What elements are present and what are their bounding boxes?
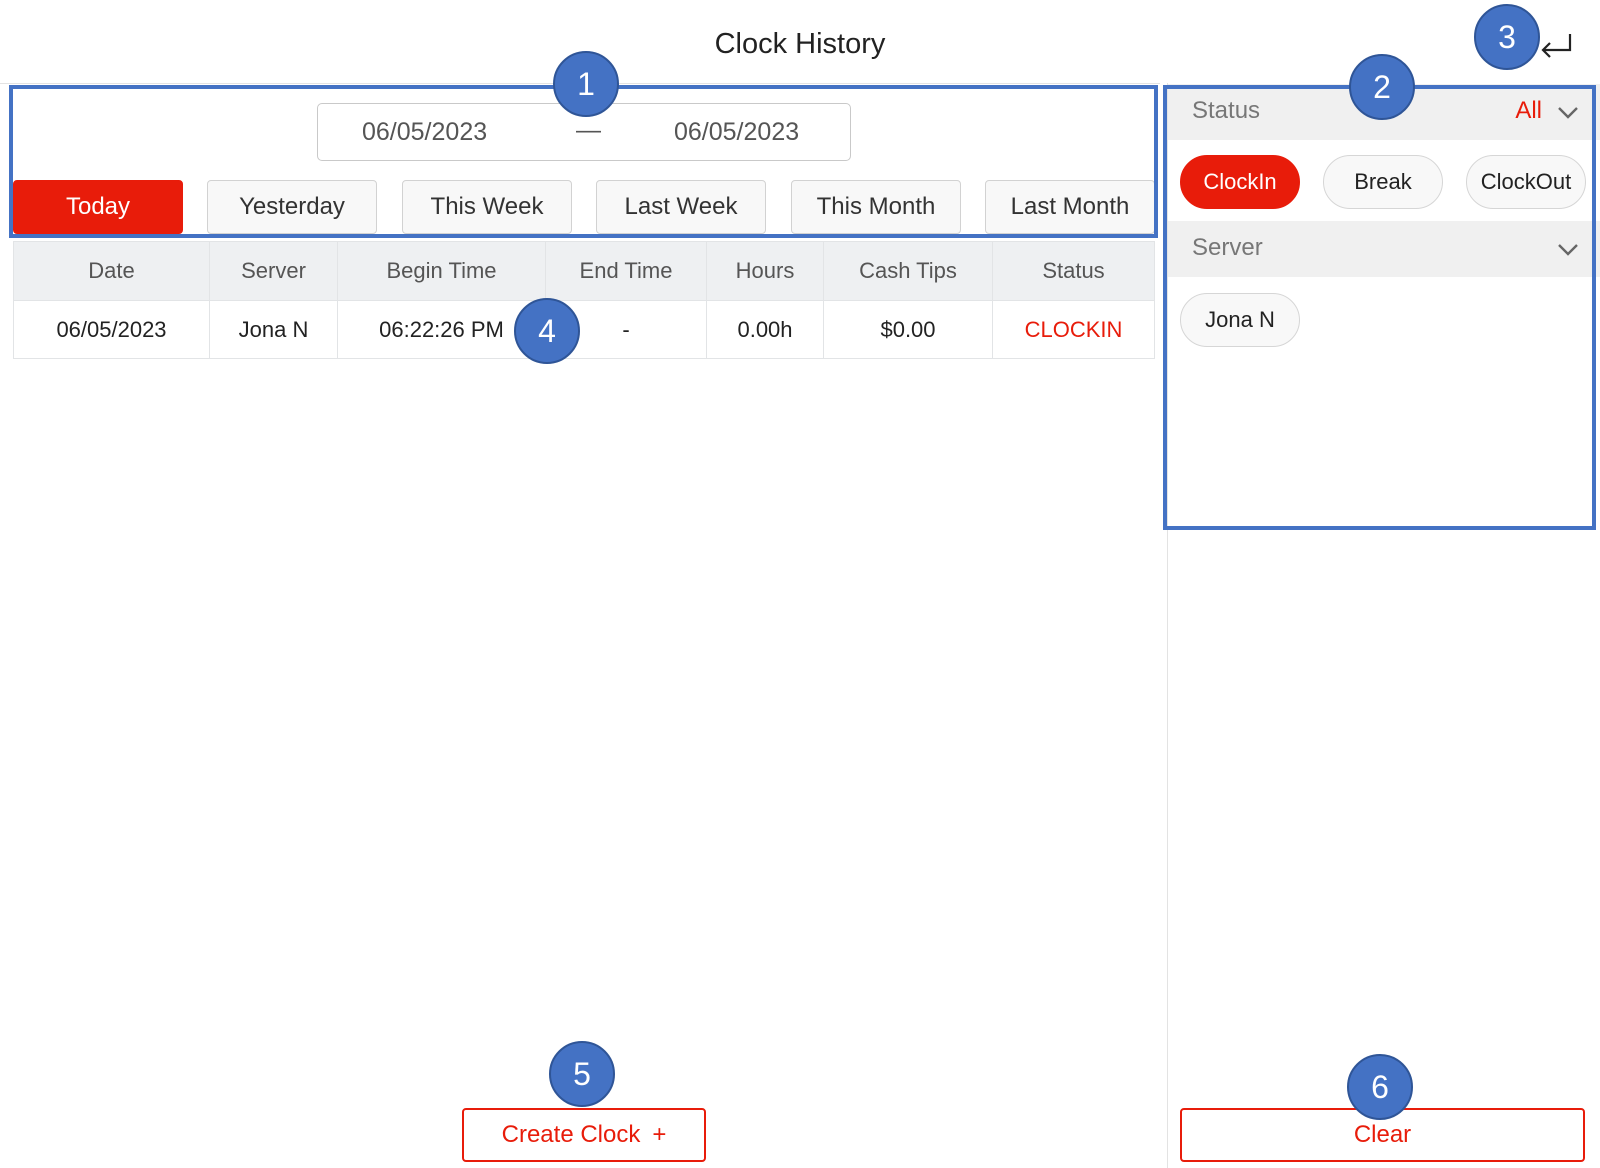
column-header-cash-tips[interactable]: Cash Tips: [824, 242, 993, 300]
annotation-marker-3: 3: [1474, 4, 1540, 70]
filter-last-week-button[interactable]: Last Week: [596, 180, 766, 234]
cell-date: 06/05/2023: [14, 301, 210, 358]
column-header-date[interactable]: Date: [14, 242, 210, 300]
column-header-end-time[interactable]: End Time: [546, 242, 707, 300]
cell-server: Jona N: [210, 301, 338, 358]
status-option-clockout[interactable]: ClockOut: [1466, 155, 1586, 209]
table-row[interactable]: 06/05/2023 Jona N 06:22:26 PM - 0.00h $0…: [13, 301, 1155, 359]
cell-cash-tips: $0.00: [824, 301, 993, 358]
filter-this-week-button[interactable]: This Week: [402, 180, 572, 234]
annotation-marker-4: 4: [514, 298, 580, 364]
start-date[interactable]: 06/05/2023: [362, 118, 487, 147]
chevron-down-icon[interactable]: [1556, 237, 1580, 261]
column-header-server[interactable]: Server: [210, 242, 338, 300]
create-clock-button[interactable]: Create Clock +: [462, 1108, 706, 1162]
date-separator: —: [576, 116, 601, 144]
cell-status: CLOCKIN: [1024, 316, 1123, 342]
create-clock-label: Create Clock: [501, 1121, 641, 1148]
filter-last-month-button[interactable]: Last Month: [985, 180, 1155, 234]
annotation-marker-1: 1: [553, 51, 619, 117]
return-arrow-icon[interactable]: [1536, 30, 1576, 64]
annotation-marker-5: 5: [549, 1041, 615, 1107]
plus-icon: +: [652, 1121, 667, 1148]
cell-hours: 0.00h: [707, 301, 824, 358]
column-header-status[interactable]: Status: [993, 242, 1154, 300]
column-header-begin-time[interactable]: Begin Time: [338, 242, 546, 300]
clock-history-table: Date Server Begin Time End Time Hours Ca…: [13, 241, 1155, 359]
annotation-marker-2: 2: [1349, 54, 1415, 120]
server-filter-header[interactable]: Server: [1168, 221, 1600, 277]
column-header-hours[interactable]: Hours: [707, 242, 824, 300]
chevron-down-icon[interactable]: [1556, 100, 1580, 124]
server-filter-label: Server: [1192, 234, 1263, 261]
filter-yesterday-button[interactable]: Yesterday: [207, 180, 377, 234]
page-title: Clock History: [714, 28, 886, 60]
status-filter-value: All: [1515, 97, 1542, 124]
status-option-break[interactable]: Break: [1323, 155, 1443, 209]
end-date[interactable]: 06/05/2023: [674, 118, 799, 147]
status-filter-label: Status: [1192, 97, 1261, 124]
annotation-marker-6: 6: [1347, 1054, 1413, 1120]
server-option-jona-n[interactable]: Jona N: [1180, 293, 1300, 347]
status-option-clockin[interactable]: ClockIn: [1180, 155, 1300, 209]
filter-this-month-button[interactable]: This Month: [791, 180, 961, 234]
filter-today-button[interactable]: Today: [13, 180, 183, 234]
table-header: Date Server Begin Time End Time Hours Ca…: [13, 241, 1155, 301]
